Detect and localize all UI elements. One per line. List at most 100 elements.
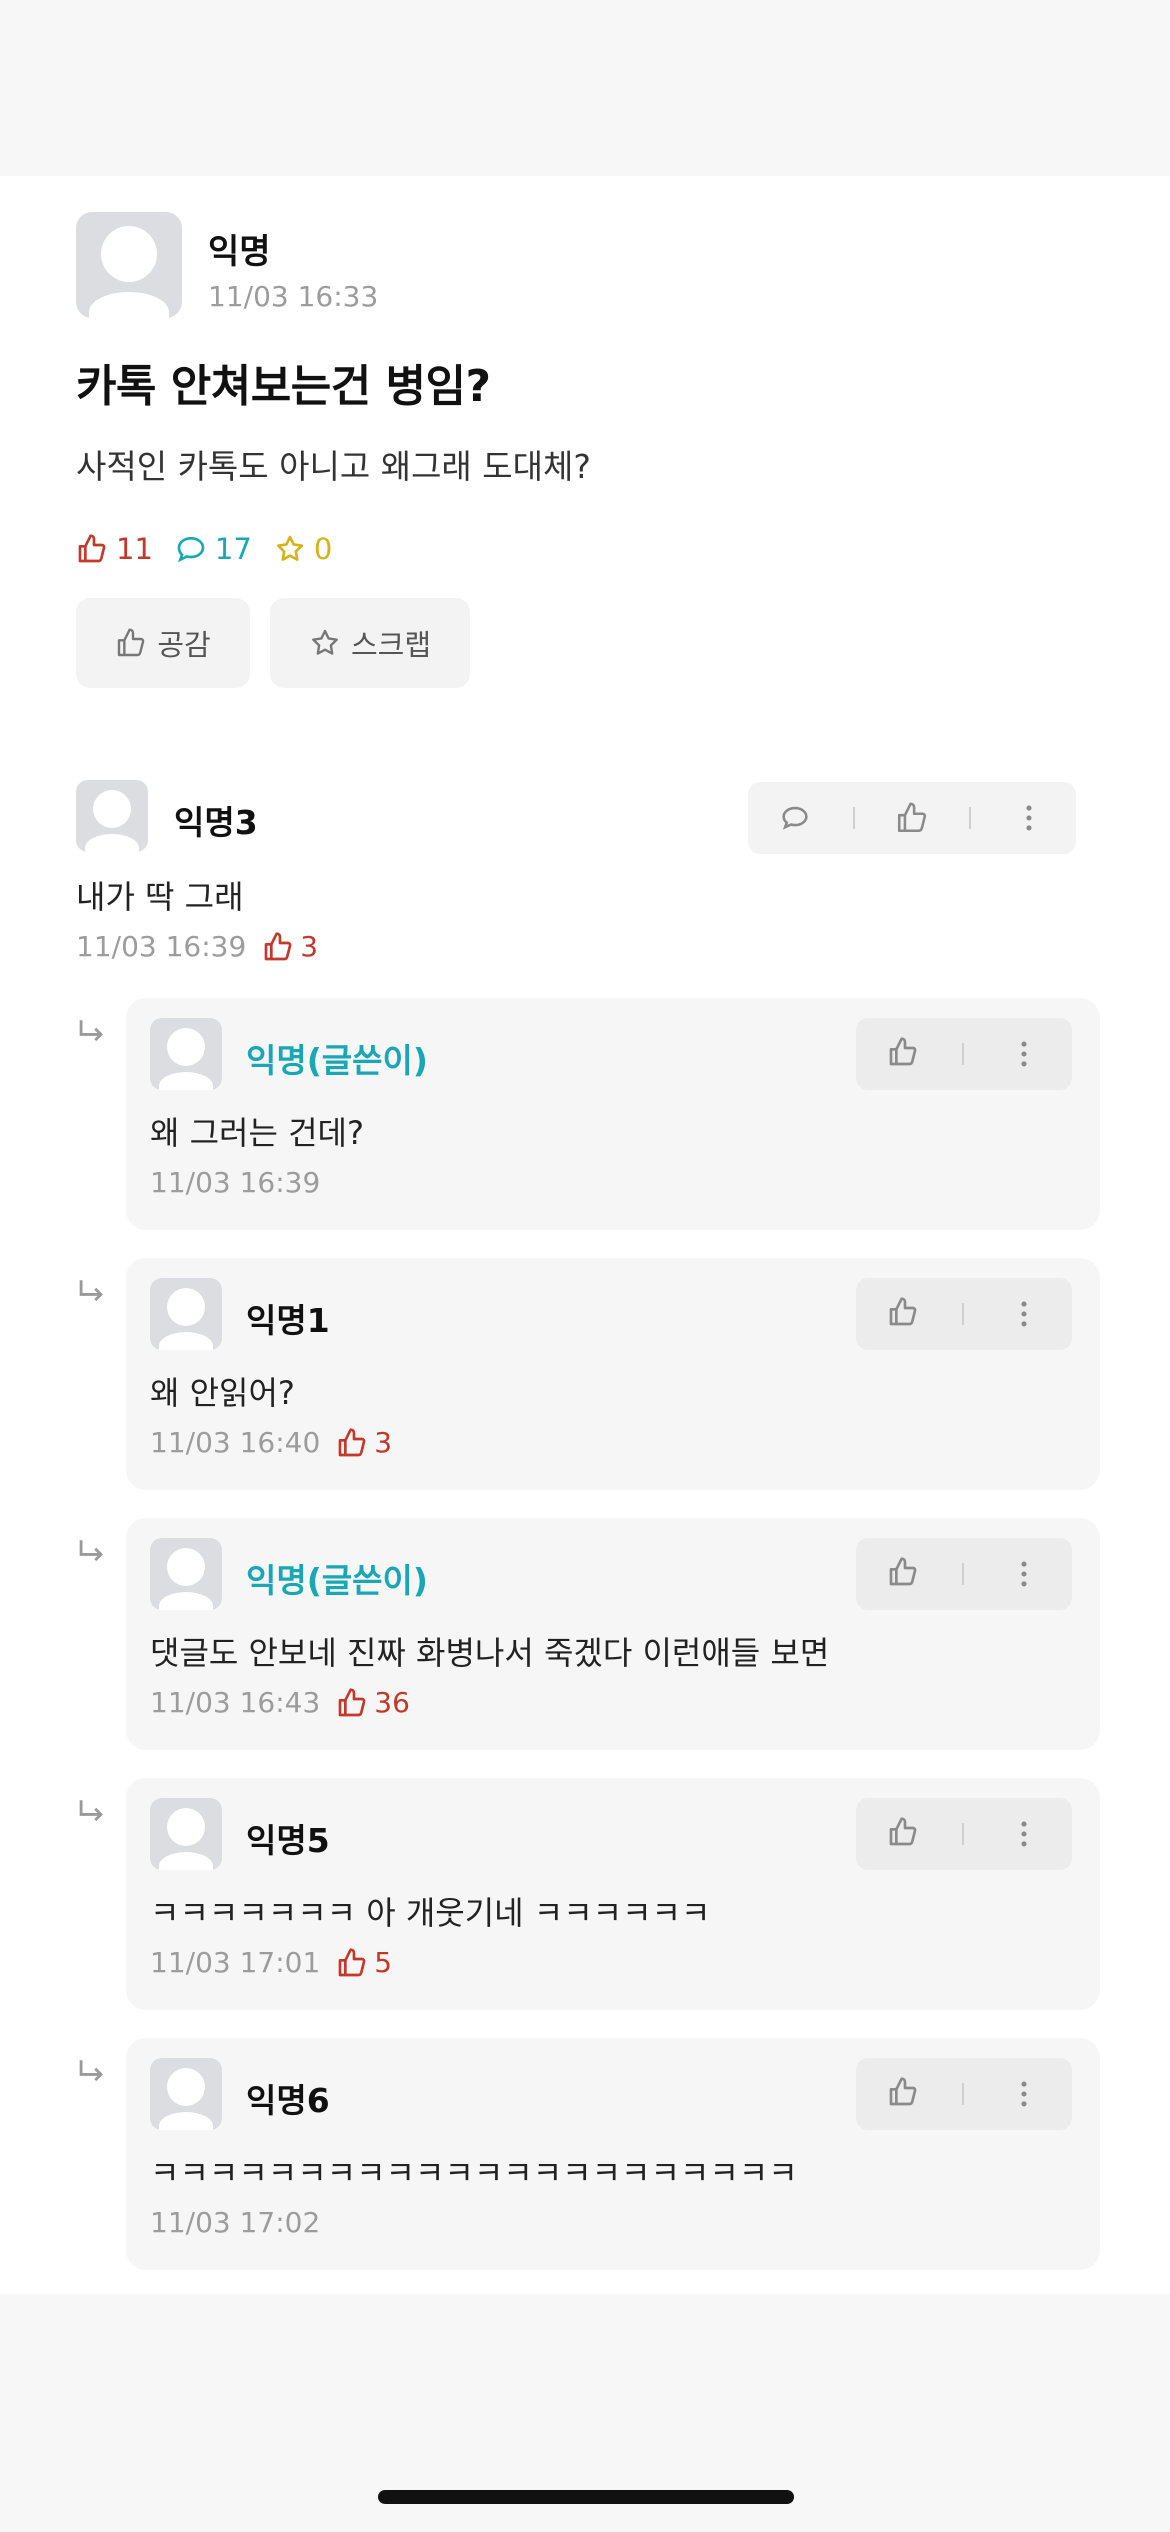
like-button[interactable]: 공감 [76, 598, 250, 688]
post-actions: 공감 스크랩 [76, 598, 490, 688]
divider [961, 1303, 964, 1325]
reply-meta: 11/03 17:02 [150, 2206, 320, 2239]
reply-meta: 11/03 16:39 [150, 1166, 320, 1199]
like-button-label: 공감 [157, 628, 211, 662]
more-vertical-icon[interactable] [1007, 1557, 1041, 1591]
thumbs-up-icon [889, 1817, 917, 1846]
comment-count-value: 17 [214, 532, 252, 566]
divider [961, 1043, 964, 1065]
home-indicator [378, 2490, 794, 2504]
reply-avatar [150, 1798, 222, 1870]
post-stats: 11 17 0 [76, 532, 354, 566]
avatar-body [85, 834, 139, 852]
divider [852, 807, 855, 829]
reply-like-button[interactable] [887, 2076, 919, 2112]
reply-text: 왜 안읽어? [150, 1374, 295, 1412]
reply-like-button[interactable] [887, 1036, 919, 1072]
avatar-body [159, 1852, 213, 1870]
like-count-value: 11 [116, 532, 153, 566]
post-author-name: 익명 [208, 232, 271, 272]
comment-author: 익명3 [174, 803, 258, 842]
reply-author: 익명5 [246, 1821, 330, 1860]
star-icon [312, 629, 338, 655]
avatar-head [101, 226, 157, 282]
comment-text: 내가 딱 그래 [76, 878, 244, 916]
reply-like-button[interactable] [887, 1556, 919, 1592]
reply-meta: 11/03 16:43 36 [150, 1686, 410, 1719]
post-timestamp: 11/03 16:33 [208, 280, 379, 313]
reply-avatar [150, 1538, 222, 1610]
comment-like-count: 3 [262, 930, 318, 963]
reply-avatar [150, 1278, 222, 1350]
divider [961, 1563, 964, 1585]
comment-actions [748, 782, 1076, 854]
more-vertical-icon[interactable] [1007, 1037, 1041, 1071]
reply-author: 익명(글쓴이) [246, 1041, 428, 1080]
reply-text: ㅋㅋㅋㅋㅋㅋㅋㅋㅋㅋㅋㅋㅋㅋㅋㅋㅋㅋㅋㅋㅋㅋ [150, 2154, 798, 2192]
reply-arrow-icon [79, 1540, 103, 1562]
reply-actions [856, 2058, 1072, 2130]
more-vertical-icon[interactable] [1007, 2077, 1041, 2111]
scrap-button[interactable]: 스크랩 [270, 598, 470, 688]
status-bar-area [0, 0, 1170, 176]
reply-like-button[interactable] [887, 1296, 919, 1332]
reply-timestamp: 11/03 16:39 [150, 1166, 321, 1199]
reply-author: 익명(글쓴이) [246, 1561, 428, 1600]
avatar-head [93, 790, 131, 828]
reply-actions [856, 1538, 1072, 1610]
reply-actions [856, 1278, 1072, 1350]
thumbs-up-icon [889, 1037, 917, 1066]
thumbs-up-icon [889, 1297, 917, 1326]
scrap-count-value: 0 [313, 532, 333, 566]
reply-like-count: 3 [336, 1426, 392, 1459]
avatar-head [167, 1808, 205, 1846]
divider [961, 2083, 964, 2105]
reply-card: 익명(글쓴이) 왜 그러는 건데? 11/03 16:39 [126, 998, 1100, 1230]
avatar-body [159, 1332, 213, 1350]
avatar-body [159, 1592, 213, 1610]
thumbs-up-icon [889, 2077, 917, 2106]
comment-timestamp: 11/03 16:39 [76, 930, 247, 963]
avatar-head [167, 2068, 205, 2106]
reply-arrow-icon [79, 1020, 103, 1042]
thumbs-up-icon [338, 1687, 366, 1716]
reply-arrow-icon [79, 1800, 103, 1822]
avatar-head [167, 1288, 205, 1326]
reply-like-value: 3 [374, 1426, 393, 1459]
reply-arrow-icon [79, 1280, 103, 1302]
thumbs-up-icon [338, 1427, 366, 1456]
reply-actions [856, 1798, 1072, 1870]
like-count: 11 [76, 532, 153, 566]
reply-text: 댓글도 안보네 진짜 화병나서 죽겠다 이런애들 보면 [150, 1634, 830, 1672]
reply-text: 왜 그러는 건데? [150, 1114, 364, 1152]
reply-timestamp: 11/03 16:40 [150, 1426, 321, 1459]
reply-like-value: 36 [374, 1686, 410, 1719]
thumbs-up-icon [118, 628, 145, 657]
scrap-count: 0 [274, 532, 332, 566]
scrap-button-label: 스크랩 [350, 628, 432, 662]
more-vertical-icon[interactable] [1007, 1297, 1041, 1331]
avatar-head [167, 1028, 205, 1066]
speech-bubble-icon[interactable] [778, 801, 812, 835]
reply-timestamp: 11/03 17:01 [150, 1946, 321, 1979]
reply-meta: 11/03 16:40 3 [150, 1426, 392, 1459]
reply-avatar [150, 2058, 222, 2130]
reply-card: 익명5 ㅋㅋㅋㅋㅋㅋㅋ 아 개웃기네 ㅋㅋㅋㅋㅋㅋ 11/03 17:01 5 [126, 1778, 1100, 2010]
reply-card: 익명(글쓴이) 댓글도 안보네 진짜 화병나서 죽겠다 이런애들 보면 11/03 … [126, 1518, 1100, 1750]
thumbs-up-icon [889, 1557, 917, 1586]
reply-like-count: 36 [336, 1686, 410, 1719]
thumbs-up-icon[interactable] [895, 801, 929, 835]
more-vertical-icon[interactable] [1012, 801, 1046, 835]
thumbs-up-icon [338, 1947, 366, 1976]
divider [961, 1823, 964, 1845]
reply-like-value: 5 [374, 1946, 393, 1979]
reply-like-button[interactable] [887, 1816, 919, 1852]
comment-like-value: 3 [300, 930, 319, 963]
reply-timestamp: 11/03 17:02 [150, 2206, 321, 2239]
reply-card: 익명1 왜 안읽어? 11/03 16:40 3 [126, 1258, 1100, 1490]
reply-card: 익명6 ㅋㅋㅋㅋㅋㅋㅋㅋㅋㅋㅋㅋㅋㅋㅋㅋㅋㅋㅋㅋㅋㅋ 11/03 17:02 [126, 2038, 1100, 2270]
avatar-body [159, 2112, 213, 2130]
more-vertical-icon[interactable] [1007, 1817, 1041, 1851]
post-body: 사적인 카톡도 아니고 왜그래 도대체? [76, 447, 591, 486]
reply-author: 익명6 [246, 2081, 330, 2120]
